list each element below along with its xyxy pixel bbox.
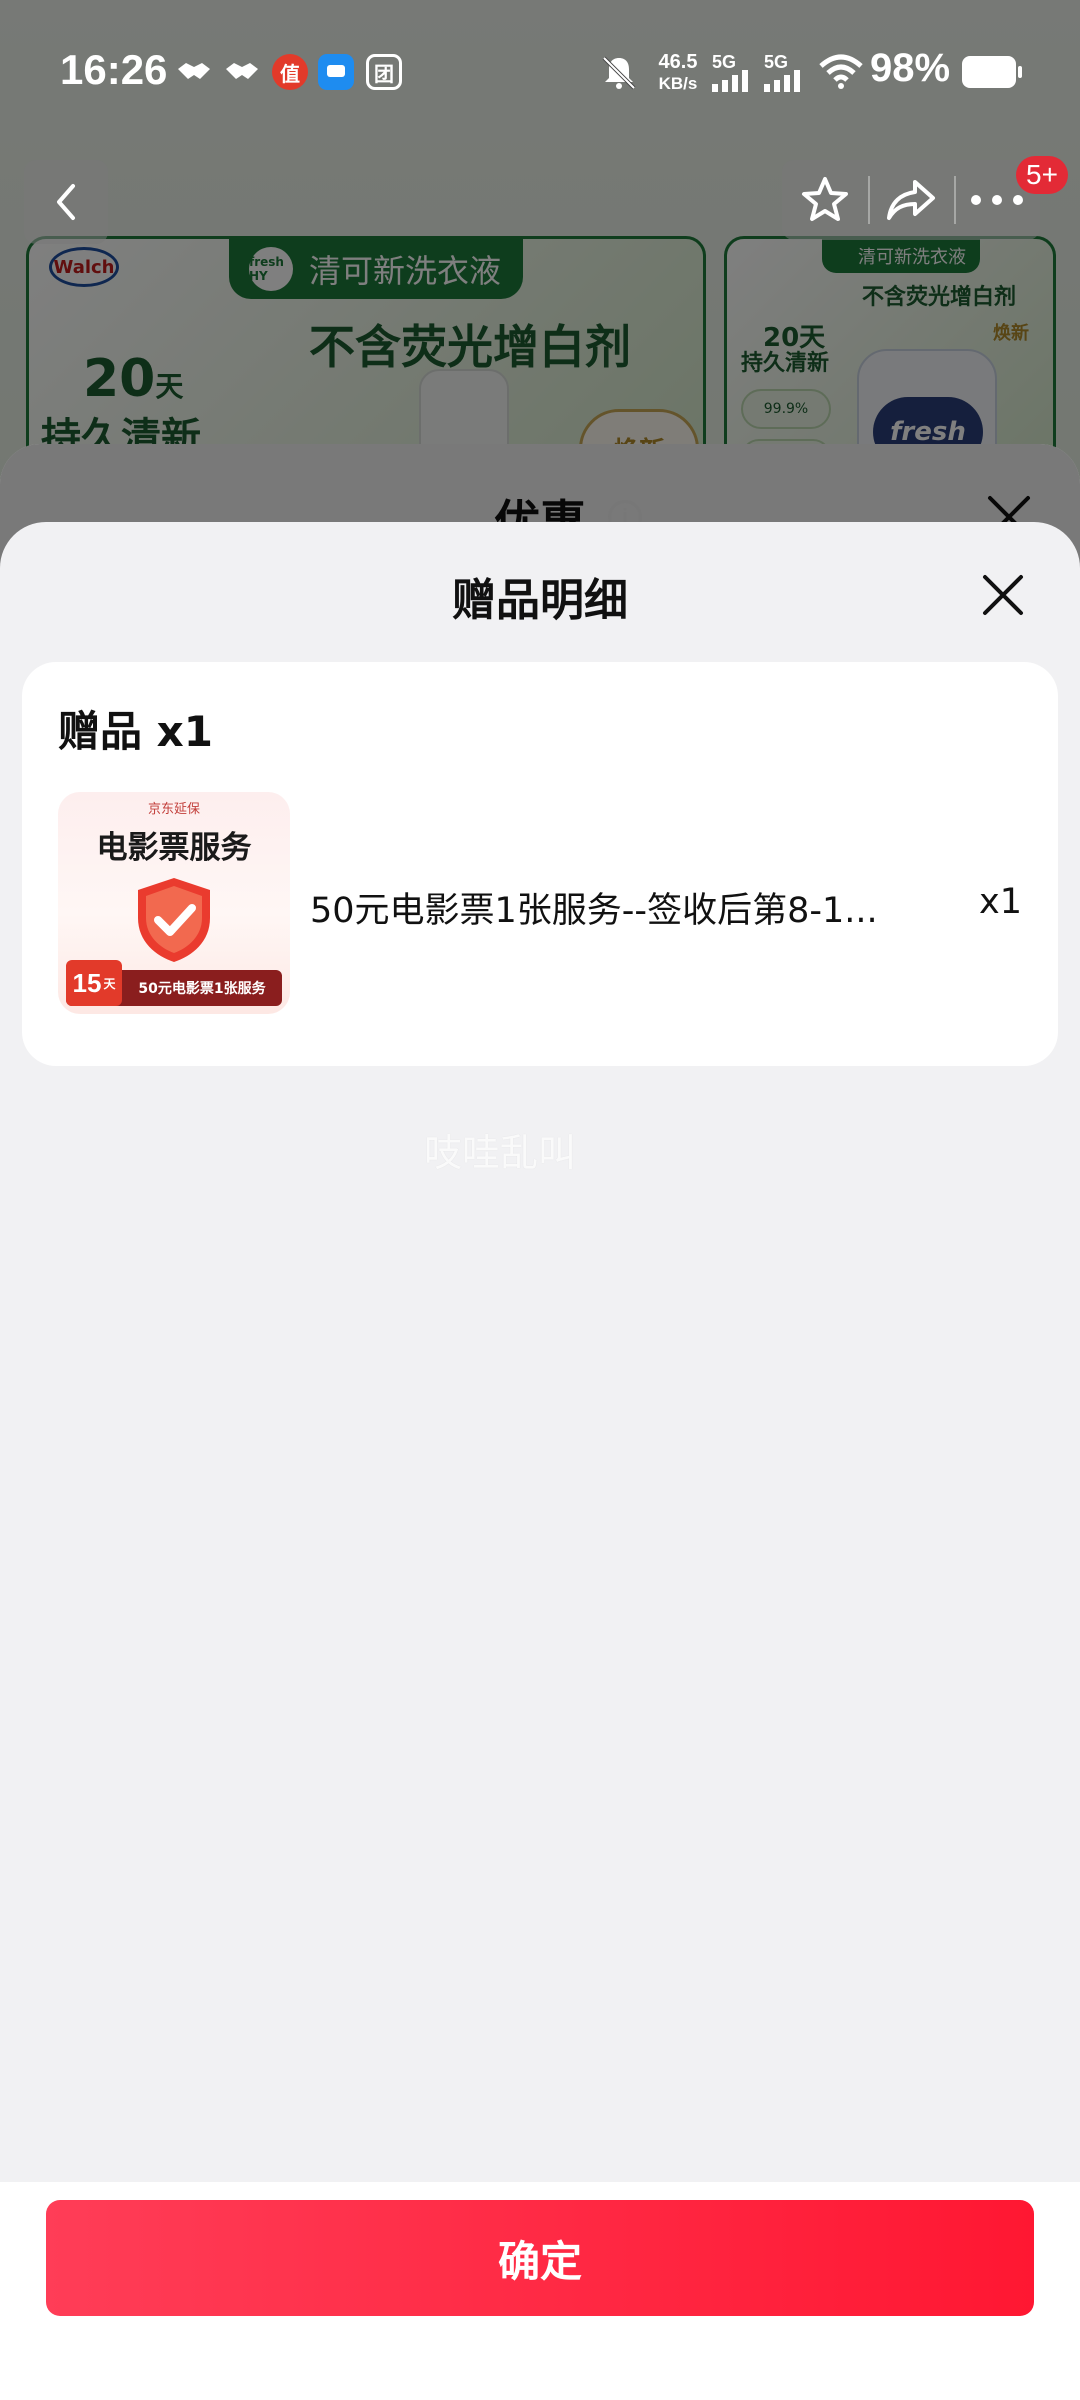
favorite-button[interactable] (782, 160, 868, 240)
gift-image-brand: 京东延保 (147, 802, 200, 817)
back-button[interactable] (24, 160, 108, 244)
gift-image-tag: 15 天 50元电影票1张服务 (66, 960, 282, 1006)
handshake-icon (176, 54, 212, 90)
gift-image-days: 15 天 (66, 960, 122, 1006)
wifi-icon (818, 54, 864, 95)
gift-image-service: 电影票服务 (96, 830, 252, 866)
star-icon (802, 177, 848, 221)
gift-image[interactable]: 京东延保 电影票服务 15 天 50元电影票1张服务 (58, 792, 290, 1014)
nav-actions (782, 160, 1040, 240)
gift-image-tag-text: 50元电影票1张服务 (138, 981, 266, 997)
app-zhide-icon: 值 (272, 54, 308, 90)
gift-name[interactable]: 50元电影票1张服务--签收后第8-1... (310, 882, 930, 933)
confirm-button[interactable]: 确定 (46, 2200, 1034, 2316)
signal-icon (712, 70, 752, 97)
footer-bar: 确定 (0, 2182, 1080, 2400)
network-speed: 46.5 KB/s (658, 51, 698, 94)
gift-count-title: 赠品 x1 (58, 707, 213, 756)
app-group-icon: 团 (366, 54, 402, 90)
watermark: 吱哇乱叫 (424, 1131, 577, 1175)
app-chat-icon (318, 54, 354, 90)
gift-detail-sheet: 赠品明细 赠品 x1 京东延保 电影票服务 15 天 50元电影票1张服务 50元… (0, 522, 1080, 2400)
close-button[interactable] (968, 560, 1038, 630)
share-icon (887, 180, 935, 220)
sheet-title: 赠品明细 (452, 575, 628, 626)
handshake-icon (224, 54, 260, 90)
message-badge: 5+ (1016, 156, 1068, 194)
status-bar: 16:26 值 团 46.5 KB/s 5G 5G 98% (0, 0, 1080, 140)
battery-icon (962, 56, 1022, 88)
share-button[interactable] (868, 160, 954, 240)
close-icon (983, 575, 1023, 615)
mute-bell-icon (600, 54, 638, 97)
more-icon (971, 195, 1023, 205)
gift-quantity: x1 (979, 882, 1022, 922)
clock: 16:26 (60, 46, 168, 93)
gift-card: 赠品 x1 京东延保 电影票服务 15 天 50元电影票1张服务 50元电影票1张… (22, 662, 1058, 1066)
battery-percent: 98% (870, 46, 951, 90)
signal-icon (764, 70, 804, 97)
shield-check-icon (138, 878, 210, 962)
chevron-left-icon (57, 184, 75, 220)
